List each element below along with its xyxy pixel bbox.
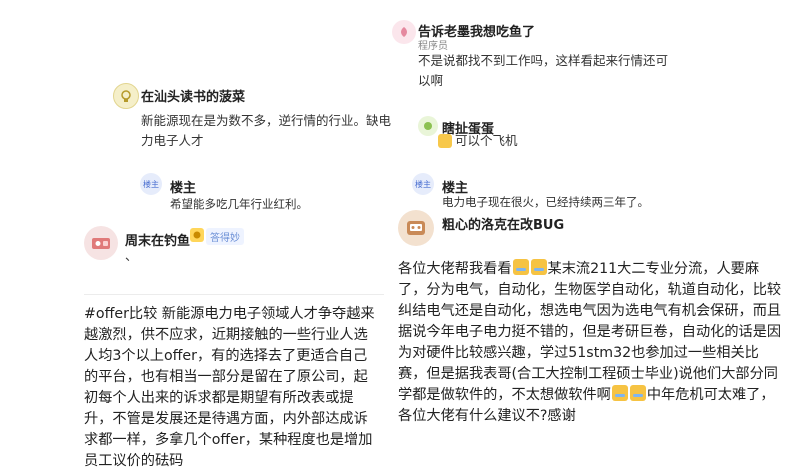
- emoji-icon: [438, 134, 452, 148]
- post-body: #offer比较 新能源电力电子领域人才争夺越来越激烈，供不应求，近期接触的一些…: [84, 306, 375, 469]
- post-avatar[interactable]: [84, 226, 118, 260]
- post-body-part: 各位大佬帮我看看: [398, 261, 512, 277]
- right-thread: 告诉老墨我想吃鱼了 程序员 不是说都找不到工作吗，这样看起来行情还可以啊 瞎扯蛋…: [380, 0, 788, 472]
- user-avatar[interactable]: [392, 20, 416, 44]
- reply-text: 不是说都找不到工作吗，这样看起来行情还可以啊: [418, 53, 669, 88]
- user-avatar[interactable]: [113, 83, 139, 109]
- post-avatar[interactable]: [398, 210, 434, 246]
- crying-emoji-icon: [512, 259, 529, 275]
- host-avatar[interactable]: 楼主: [140, 173, 162, 195]
- crying-emoji-icon: [629, 385, 646, 401]
- crying-emoji-icon: [530, 259, 547, 275]
- post-body: 各位大佬帮我看看 某末流211大二专业分流，人要麻了，分为电气，自动化，生物医学自…: [398, 259, 786, 427]
- user-avatar[interactable]: [418, 116, 438, 136]
- host-reply-text: 电力电子现在很火，已经持续两三年了。: [442, 195, 649, 209]
- crying-emoji-icon: [611, 385, 628, 401]
- host-avatar[interactable]: 楼主: [412, 173, 434, 195]
- reply-username[interactable]: 在汕头读书的菠菜: [141, 86, 245, 105]
- reply-text: 新能源现在是为数不多，逆行情的行业。缺电力电子人才: [141, 113, 392, 148]
- post-subtext: 、: [125, 248, 138, 263]
- host-reply-text: 希望能多吃几年行业红利。: [170, 197, 308, 211]
- badge-icon: [190, 228, 204, 242]
- answer-badge: 答得妙: [206, 228, 244, 245]
- reply-text: 可以个飞机: [455, 133, 518, 148]
- divider: [84, 294, 384, 295]
- left-thread: 在汕头读书的菠菜 新能源现在是为数不多，逆行情的行业。缺电力电子人才 楼主 楼主…: [0, 0, 391, 472]
- user-role: 程序员: [418, 41, 448, 52]
- post-body-part: 某末流211大二专业分流，人要麻了，分为电气，自动化，生物医学自动化，轨道自动化…: [398, 261, 782, 403]
- post-username[interactable]: 粗心的洛克在改BUG: [442, 214, 564, 233]
